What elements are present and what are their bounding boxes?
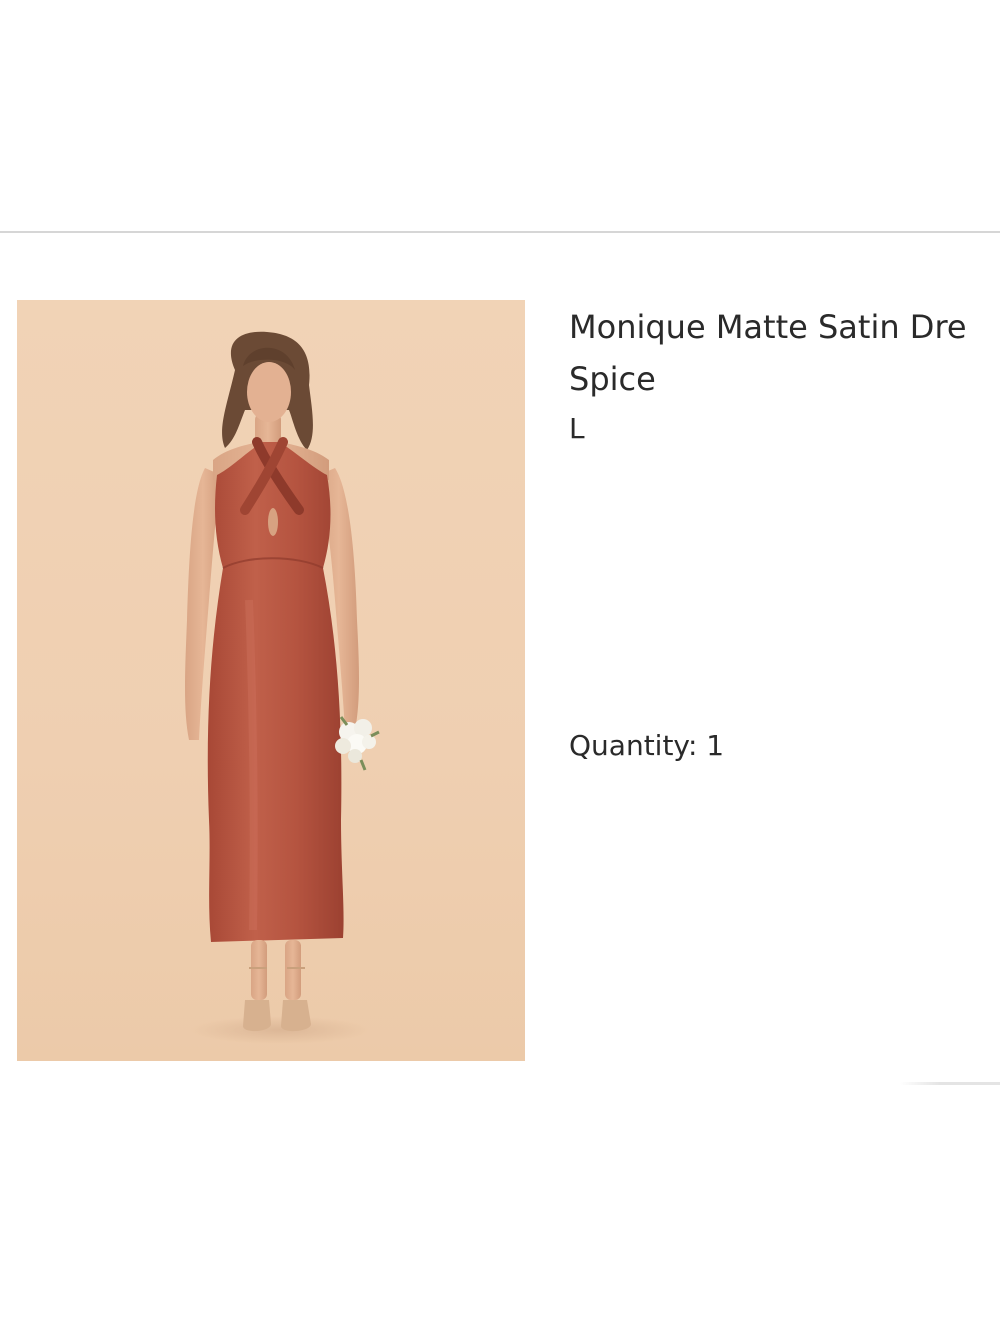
product-image[interactable] bbox=[17, 300, 525, 1061]
top-divider bbox=[0, 231, 1000, 233]
product-title[interactable]: Monique Matte Satin Dre bbox=[569, 305, 967, 349]
product-quantity: Quantity: 1 bbox=[569, 729, 725, 762]
card-edge bbox=[900, 1082, 1000, 1085]
product-size: L bbox=[569, 412, 585, 445]
model-in-dress-illustration bbox=[185, 331, 380, 1044]
product-color: Spice bbox=[569, 360, 656, 398]
